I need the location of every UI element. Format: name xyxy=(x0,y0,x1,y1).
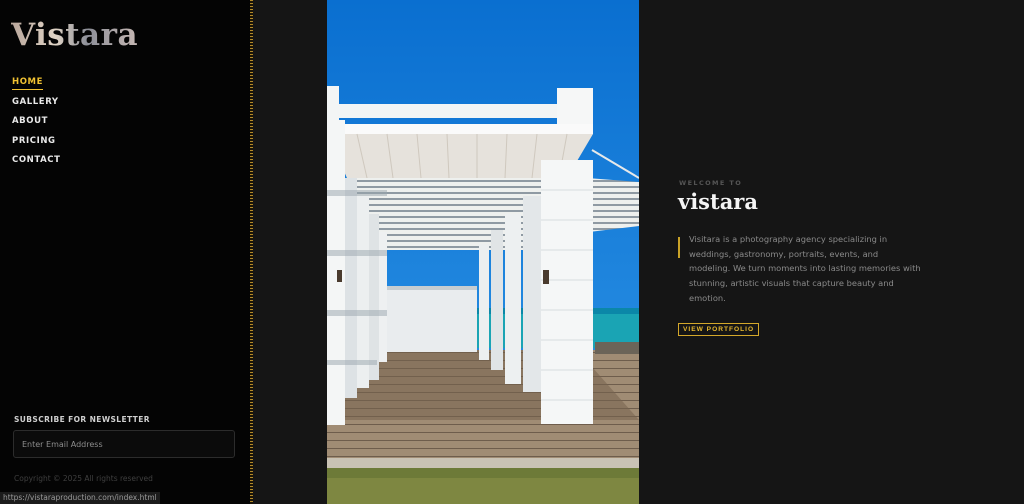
nav-item-about[interactable]: ABOUT xyxy=(12,115,61,135)
newsletter-title: SUBSCRIBE FOR NEWSLETTER xyxy=(14,415,150,424)
page: Vistara HOME GALLERY ABOUT PRICING CONTA… xyxy=(0,0,1024,504)
sidebar-border xyxy=(250,0,253,504)
hero-description: Visitara is a photography agency special… xyxy=(689,234,921,303)
newsletter-email-input[interactable] xyxy=(13,430,235,458)
nav-item-gallery[interactable]: GALLERY xyxy=(12,96,61,116)
hero-photo xyxy=(327,0,639,504)
view-portfolio-button[interactable]: VIEW PORTFOLIO xyxy=(678,323,760,336)
site-logo[interactable]: Vistara xyxy=(11,17,138,53)
nav-item-home[interactable]: HOME xyxy=(12,76,61,96)
pergola-image xyxy=(327,0,639,504)
hero-title: vistara xyxy=(678,189,758,214)
description-accent-bar xyxy=(678,237,680,258)
nav-item-contact[interactable]: CONTACT xyxy=(12,154,61,174)
nav-item-pricing[interactable]: PRICING xyxy=(12,135,61,155)
sidebar: Vistara HOME GALLERY ABOUT PRICING CONTA… xyxy=(0,0,252,504)
status-bar-url: https://vistaraproduction.com/index.html xyxy=(0,492,160,504)
main-nav: HOME GALLERY ABOUT PRICING CONTACT xyxy=(12,76,61,174)
copyright-text: Copyright © 2025 All rights reserved xyxy=(14,474,153,483)
welcome-eyebrow: WELCOME TO xyxy=(679,179,743,187)
